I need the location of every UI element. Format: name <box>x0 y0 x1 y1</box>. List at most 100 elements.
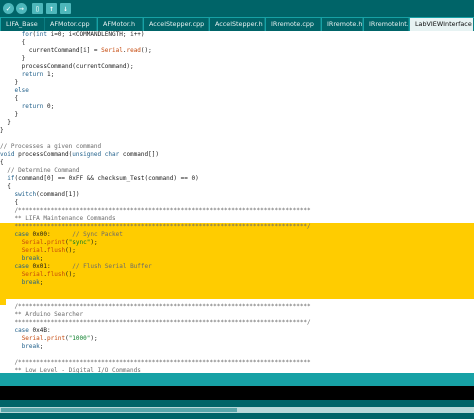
code-token: 0x00: <box>28 231 73 238</box>
code-token: return <box>21 71 44 78</box>
code-token: (); <box>65 247 76 254</box>
console-output <box>0 386 474 400</box>
code-token: { <box>0 95 19 102</box>
code-line: Serial.print("1000"); <box>0 335 98 343</box>
code-line: ****************************************… <box>0 319 310 327</box>
tab-accelstepper-h[interactable]: AccelStepper.h <box>210 18 265 31</box>
code-token: "sync" <box>68 239 91 246</box>
code-token: // Determine Command <box>7 167 80 174</box>
code-token: (); <box>65 271 76 278</box>
code-token: ** Arduino Searcher <box>0 311 84 318</box>
tab-irremote-h[interactable]: IRremote.h <box>322 18 363 31</box>
code-token: (); <box>140 47 152 54</box>
code-token: 0x01: <box>28 263 73 270</box>
tab-afmotor-cpp[interactable]: AFMotor.cpp <box>45 18 97 31</box>
code-token: case <box>14 263 29 270</box>
code-token: Serial <box>21 247 44 254</box>
code-line: { <box>0 199 18 207</box>
tab-lifa-base[interactable]: LIFA_Base <box>1 18 45 31</box>
code-token: } <box>0 127 4 134</box>
code-token: // Processes a given command <box>0 143 102 150</box>
code-line: case 0x00: // Sync Packet <box>0 231 123 239</box>
upload-button[interactable]: → <box>16 3 27 14</box>
save-button[interactable]: ↓ <box>60 3 71 14</box>
code-line: ** Arduino Searcher <box>0 311 83 319</box>
tab-accelstepper-cpp[interactable]: AccelStepper.cpp <box>144 18 209 31</box>
code-line: break; <box>0 343 44 351</box>
code-token: read <box>126 47 141 54</box>
code-line: Serial.flush(); <box>0 271 76 279</box>
code-token: ; <box>39 279 44 286</box>
code-line: Serial.print("sync"); <box>0 239 98 247</box>
tab-irremoteint-h[interactable]: IRremoteInt.h <box>364 18 409 31</box>
verify-button[interactable]: ✓ <box>3 3 14 14</box>
code-line: /***************************************… <box>0 359 311 367</box>
code-token: Serial <box>21 335 44 342</box>
code-token: ; <box>39 255 44 262</box>
code-token: /***************************************… <box>0 359 311 366</box>
status-bar <box>0 373 474 386</box>
code-line: return 0; <box>0 103 55 111</box>
code-line: } <box>0 55 26 63</box>
code-token: } <box>0 119 11 126</box>
code-token: "1000" <box>68 335 91 342</box>
code-line: } <box>0 119 11 127</box>
scrollbar-thumb[interactable] <box>1 408 237 412</box>
code-token: flush <box>47 247 66 254</box>
code-token: processCommand( <box>14 151 73 158</box>
code-line: // Determine Command <box>0 167 79 175</box>
code-token: ****************************************… <box>0 223 311 230</box>
tab-irremote-cpp[interactable]: IRremote.cpp <box>266 18 321 31</box>
code-editor[interactable]: for(int i=0; i<COMMANDLENGTH; i++) { cur… <box>0 31 474 373</box>
code-line: break; <box>0 279 44 287</box>
code-line: processCommand(currentCommand); <box>0 63 134 71</box>
code-token: break <box>21 255 40 262</box>
code-token: ); <box>90 335 98 342</box>
code-line: { <box>0 183 11 191</box>
code-token: print <box>47 239 66 246</box>
code-token: (command[1]) <box>36 191 80 198</box>
code-token: else <box>14 87 29 94</box>
new-button[interactable]: ▯ <box>32 3 43 14</box>
code-line: { <box>0 95 18 103</box>
code-token: } <box>0 79 19 86</box>
code-token: Serial <box>21 271 44 278</box>
code-token: Serial <box>21 239 44 246</box>
tab-bar: LIFA_Base AFMotor.cpp AFMotor.h AccelSteppe… <box>0 17 474 31</box>
code-token: { <box>0 39 26 46</box>
code-line: break; <box>0 255 44 263</box>
code-token: 0x4B: <box>28 327 51 334</box>
code-line: // Processes a given command <box>0 143 101 151</box>
code-token: 0; <box>43 103 55 110</box>
code-token: 1; <box>43 71 55 78</box>
code-line: ** LIFA Maintenance Commands <box>0 215 116 223</box>
code-line: for(int i=0; i<COMMANDLENGTH; i++) <box>0 31 145 39</box>
code-token: break <box>21 279 40 286</box>
code-line: } <box>0 79 18 87</box>
code-token: unsigned char <box>72 151 120 158</box>
code-line: return 1; <box>0 71 55 79</box>
code-token: // Flush Serial Buffer <box>72 263 152 270</box>
code-token: /***************************************… <box>0 303 311 310</box>
code-token: processCommand(currentCommand); <box>0 63 134 70</box>
code-token: { <box>0 159 4 166</box>
tab-labviewinterface[interactable]: LabVIEWInterface <box>410 18 474 31</box>
code-token: ** LIFA Maintenance Commands <box>0 215 116 222</box>
code-token: // Sync Packet <box>72 231 123 238</box>
open-button[interactable]: ↑ <box>46 3 57 14</box>
code-line: Serial.flush(); <box>0 247 76 255</box>
tab-afmotor-h[interactable]: AFMotor.h <box>98 18 143 31</box>
code-line: ****************************************… <box>0 223 311 231</box>
code-line: case 0x4B: <box>0 327 51 335</box>
code-token: { <box>0 199 19 206</box>
